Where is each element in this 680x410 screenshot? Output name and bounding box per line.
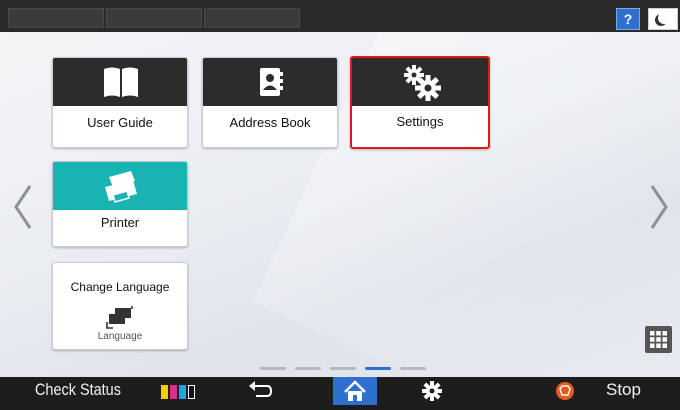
tile-label: Change Language xyxy=(70,280,170,294)
energy-saver-button[interactable] xyxy=(648,8,678,30)
toner-cyan xyxy=(179,385,186,399)
home-screen: User Guide Address Book Settings Printer… xyxy=(0,32,680,377)
toner-magenta xyxy=(170,385,177,399)
change-language-tile[interactable]: Change Language Language xyxy=(52,262,188,350)
moon-icon xyxy=(658,12,670,24)
toner-black xyxy=(188,385,195,399)
next-page-arrow-icon[interactable] xyxy=(648,182,672,232)
status-bar: ? xyxy=(0,0,680,32)
stop-button[interactable]: Stop xyxy=(606,380,641,400)
back-arrow-icon xyxy=(249,381,273,397)
page-dot[interactable] xyxy=(295,367,321,370)
status-slot-1 xyxy=(8,8,104,28)
toner-level-icon[interactable] xyxy=(161,385,199,399)
status-slot-3 xyxy=(204,8,300,28)
book-icon xyxy=(104,67,138,97)
page-dot[interactable] xyxy=(260,367,286,370)
app-list-button[interactable] xyxy=(645,326,672,353)
printer-tile[interactable]: Printer xyxy=(52,161,188,247)
page-dot-current[interactable] xyxy=(365,367,391,370)
home-icon xyxy=(344,380,366,401)
previous-page-arrow-icon[interactable] xyxy=(10,182,34,232)
printer-icon xyxy=(105,171,137,203)
system-bar: Check Status Stop xyxy=(0,377,680,405)
stop-icon[interactable] xyxy=(556,382,574,400)
toner-yellow xyxy=(161,385,168,399)
help-button[interactable]: ? xyxy=(616,8,640,30)
back-button[interactable] xyxy=(240,377,280,405)
stop-symbol-icon xyxy=(559,385,571,396)
check-status-button[interactable]: Check Status xyxy=(35,380,121,400)
page-indicator xyxy=(260,367,430,373)
tile-label: Address Book xyxy=(229,115,311,130)
tile-label: User Guide xyxy=(87,115,153,130)
address-book-tile[interactable]: Address Book xyxy=(202,57,338,148)
status-slot-2 xyxy=(106,8,202,28)
grid-icon xyxy=(650,331,667,348)
page-dot[interactable] xyxy=(400,367,426,370)
settings-tile[interactable]: Settings xyxy=(350,56,490,149)
gear-icon xyxy=(422,381,442,401)
tile-label: Settings xyxy=(396,114,444,129)
gears-icon xyxy=(404,65,441,101)
home-button[interactable] xyxy=(333,377,377,405)
tile-label: Printer xyxy=(100,215,140,230)
menu-button[interactable] xyxy=(412,377,452,405)
language-icon xyxy=(106,306,133,329)
address-book-icon xyxy=(260,68,283,96)
tile-sublabel: Language xyxy=(97,331,143,342)
page-dot[interactable] xyxy=(330,367,356,370)
user-guide-tile[interactable]: User Guide xyxy=(52,57,188,148)
